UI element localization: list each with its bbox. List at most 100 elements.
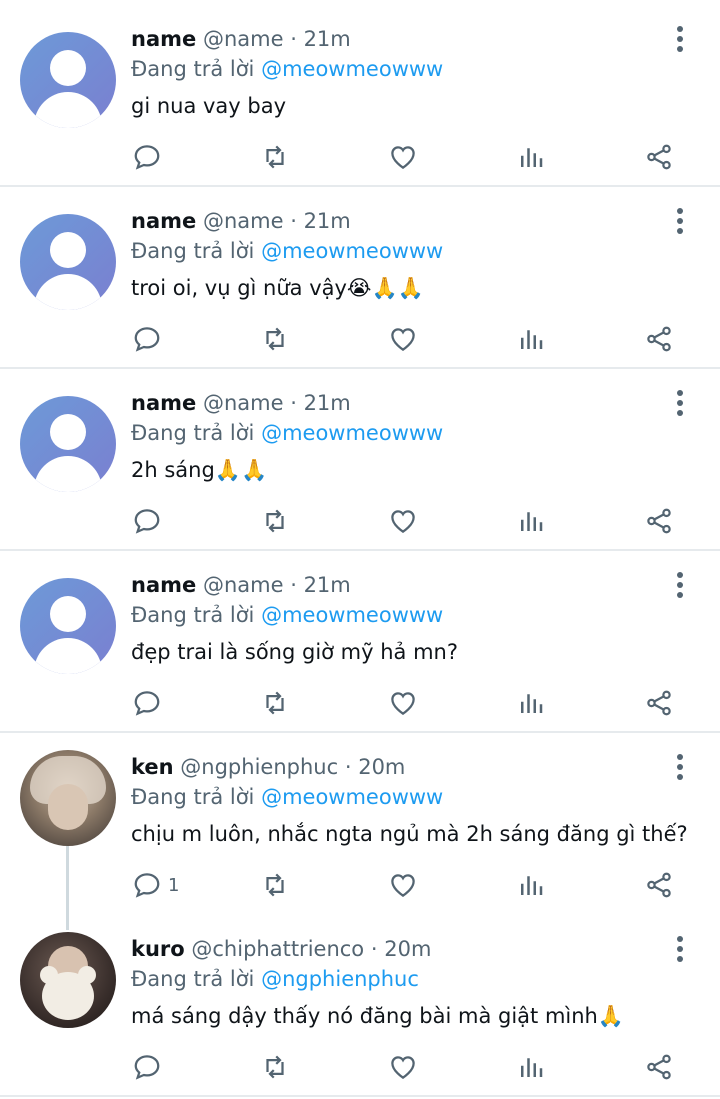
tweet-text: troi oi, vụ gì nữa vậy😭🙏🙏 bbox=[131, 276, 424, 300]
analytics-button[interactable] bbox=[516, 501, 546, 541]
analytics-icon bbox=[521, 1058, 543, 1077]
timestamp[interactable]: 20m bbox=[358, 755, 405, 779]
share-button[interactable] bbox=[644, 1047, 674, 1087]
analytics-button[interactable] bbox=[516, 319, 546, 359]
mention-link[interactable]: @meowmeowww bbox=[261, 603, 443, 627]
mention-link[interactable]: @ngphienphuc bbox=[261, 967, 419, 991]
tweet-text: má sáng dậy thấy nó đăng bài mà giật mìn… bbox=[131, 1004, 624, 1028]
user-handle[interactable]: @ngphienphuc bbox=[180, 755, 338, 779]
share-button[interactable] bbox=[644, 501, 674, 541]
share-icon bbox=[647, 1054, 671, 1080]
user-handle[interactable]: @name bbox=[203, 573, 284, 597]
display-name[interactable]: name bbox=[131, 209, 196, 233]
avatar[interactable] bbox=[20, 214, 116, 310]
avatar[interactable] bbox=[20, 32, 116, 128]
like-button[interactable] bbox=[388, 501, 418, 541]
separator: · bbox=[290, 27, 297, 51]
display-name[interactable]: ken bbox=[131, 755, 174, 779]
more-options-icon[interactable] bbox=[668, 206, 692, 236]
like-icon bbox=[391, 146, 415, 169]
user-handle[interactable]: @name bbox=[203, 209, 284, 233]
tweet[interactable]: name @name · 21m Đang trả lời @meowmeoww… bbox=[0, 182, 720, 369]
user-handle[interactable]: @chiphattrienco bbox=[191, 937, 364, 961]
share-icon bbox=[647, 144, 671, 170]
separator: · bbox=[290, 573, 297, 597]
timestamp[interactable]: 21m bbox=[304, 209, 351, 233]
more-options-icon[interactable] bbox=[668, 388, 692, 418]
retweet-button[interactable] bbox=[260, 1047, 290, 1087]
like-button[interactable] bbox=[388, 683, 418, 723]
like-button[interactable] bbox=[388, 865, 418, 905]
retweet-icon bbox=[266, 327, 284, 351]
analytics-button[interactable] bbox=[516, 1047, 546, 1087]
timestamp[interactable]: 20m bbox=[384, 937, 431, 961]
reply-icon bbox=[134, 145, 160, 170]
display-name[interactable]: kuro bbox=[131, 937, 185, 961]
share-button[interactable] bbox=[644, 683, 674, 723]
retweet-button[interactable] bbox=[260, 865, 290, 905]
more-options-icon[interactable] bbox=[668, 570, 692, 600]
reply-button[interactable] bbox=[132, 1047, 168, 1087]
more-options-icon[interactable] bbox=[668, 934, 692, 964]
tweet[interactable]: name @name · 21m Đang trả lời @meowmeoww… bbox=[0, 364, 720, 551]
user-handle[interactable]: @name bbox=[203, 27, 284, 51]
analytics-icon bbox=[521, 330, 543, 349]
tweet[interactable]: name @name · 21m Đang trả lời @meowmeoww… bbox=[0, 546, 720, 733]
retweet-icon bbox=[266, 1055, 284, 1079]
analytics-button[interactable] bbox=[516, 865, 546, 905]
display-name[interactable]: name bbox=[131, 27, 196, 51]
retweet-icon bbox=[266, 873, 284, 897]
timestamp[interactable]: 21m bbox=[304, 391, 351, 415]
reply-icon bbox=[134, 509, 160, 534]
tweet[interactable]: ken @ngphienphuc · 20m Đang trả lời @meo… bbox=[0, 728, 720, 910]
avatar[interactable] bbox=[20, 750, 116, 846]
share-button[interactable] bbox=[644, 865, 674, 905]
display-name[interactable]: name bbox=[131, 573, 196, 597]
divider bbox=[0, 1095, 720, 1097]
share-button[interactable] bbox=[644, 319, 674, 359]
replying-to: Đang trả lời @ngphienphuc bbox=[131, 967, 419, 991]
like-icon bbox=[391, 874, 415, 897]
avatar[interactable] bbox=[20, 578, 116, 674]
retweet-icon bbox=[266, 145, 284, 169]
replying-to: Đang trả lời @meowmeowww bbox=[131, 57, 444, 81]
retweet-icon bbox=[266, 691, 284, 715]
tweet[interactable]: name @name · 21m Đang trả lời @meowmeoww… bbox=[0, 0, 720, 187]
share-button[interactable] bbox=[644, 137, 674, 177]
avatar[interactable] bbox=[20, 396, 116, 492]
retweet-button[interactable] bbox=[260, 137, 290, 177]
analytics-button[interactable] bbox=[516, 683, 546, 723]
mention-link[interactable]: @meowmeowww bbox=[261, 57, 443, 81]
reply-button[interactable] bbox=[132, 501, 168, 541]
reply-button[interactable] bbox=[132, 683, 168, 723]
timestamp[interactable]: 21m bbox=[304, 573, 351, 597]
retweet-button[interactable] bbox=[260, 501, 290, 541]
reply-button[interactable] bbox=[132, 137, 168, 177]
like-icon bbox=[391, 1056, 415, 1079]
mention-link[interactable]: @meowmeowww bbox=[261, 785, 443, 809]
reply-button[interactable] bbox=[132, 319, 168, 359]
share-icon bbox=[647, 872, 671, 898]
like-button[interactable] bbox=[388, 1047, 418, 1087]
separator: · bbox=[344, 755, 352, 779]
avatar[interactable] bbox=[20, 932, 116, 1028]
retweet-button[interactable] bbox=[260, 683, 290, 723]
reply-button[interactable]: 1 bbox=[132, 865, 179, 905]
retweet-button[interactable] bbox=[260, 319, 290, 359]
more-options-icon[interactable] bbox=[668, 752, 692, 782]
share-icon bbox=[647, 326, 671, 352]
like-button[interactable] bbox=[388, 137, 418, 177]
display-name[interactable]: name bbox=[131, 391, 196, 415]
reply-icon bbox=[134, 327, 160, 352]
like-button[interactable] bbox=[388, 319, 418, 359]
user-handle[interactable]: @name bbox=[203, 391, 284, 415]
analytics-icon bbox=[521, 876, 543, 895]
mention-link[interactable]: @meowmeowww bbox=[261, 239, 443, 263]
more-options-icon[interactable] bbox=[668, 24, 692, 54]
mention-link[interactable]: @meowmeowww bbox=[261, 421, 443, 445]
timestamp[interactable]: 21m bbox=[304, 27, 351, 51]
analytics-button[interactable] bbox=[516, 137, 546, 177]
analytics-icon bbox=[521, 694, 543, 713]
tweet[interactable]: kuro @chiphattrienco · 20m Đang trả lời … bbox=[0, 910, 720, 1099]
like-icon bbox=[391, 328, 415, 351]
